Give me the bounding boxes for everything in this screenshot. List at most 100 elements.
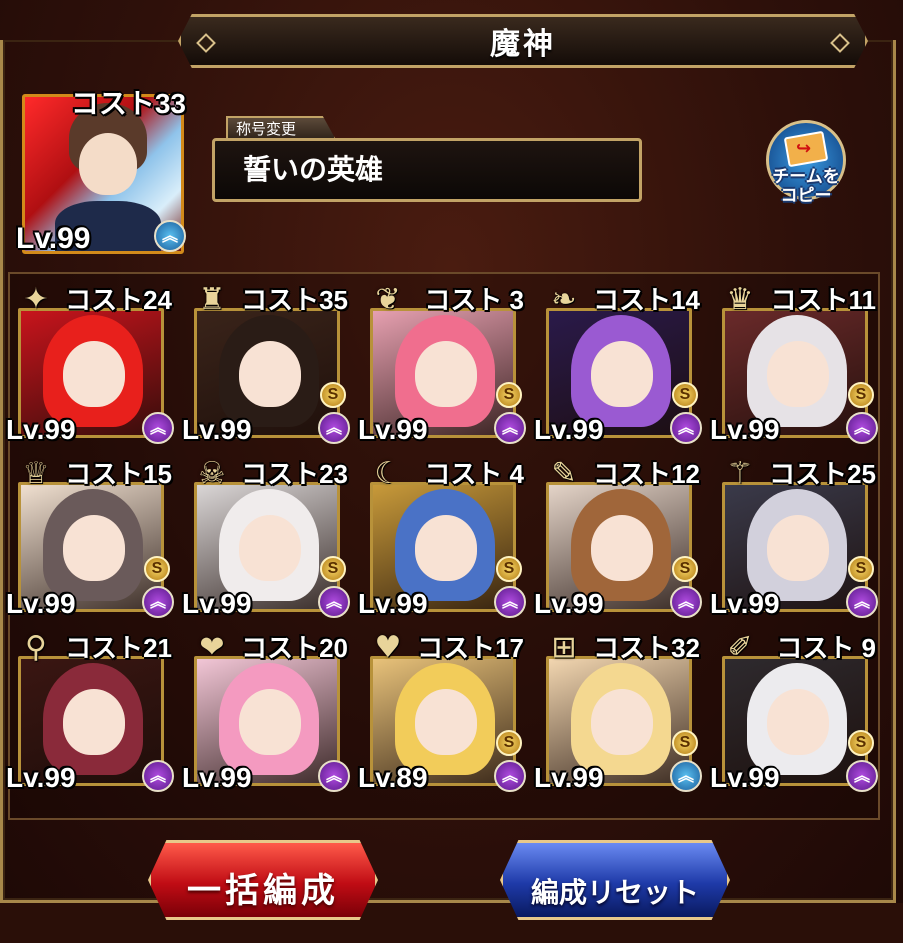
unit-card[interactable]: ❧ コスト14 S Lv.99 ︽ xyxy=(534,280,706,448)
double-chevron-up-icon: ︽ xyxy=(494,586,526,618)
s-badge-icon: S xyxy=(320,382,346,408)
unit-level: Lv.99 xyxy=(358,414,428,445)
double-chevron-up-icon: ︽ xyxy=(494,760,526,792)
class-emblem-icon: ♜ xyxy=(198,282,226,317)
double-chevron-up-icon: ︽ xyxy=(142,760,174,792)
unit-cost: コスト23 xyxy=(241,459,348,489)
class-emblem-icon: ❧ xyxy=(551,282,577,317)
double-chevron-up-icon: ︽ xyxy=(142,586,174,618)
s-badge-icon: S xyxy=(320,556,346,582)
s-badge-icon: S xyxy=(848,730,874,756)
class-emblem-icon: ⚚ xyxy=(726,456,754,491)
unit-card[interactable]: ✎ コスト12 S Lv.99 ︽ xyxy=(534,454,706,622)
unit-level: Lv.99 xyxy=(534,588,604,619)
unit-cost: コスト35 xyxy=(241,285,348,315)
s-badge-icon: S xyxy=(672,382,698,408)
class-emblem-icon: ☾ xyxy=(374,456,402,491)
unit-card[interactable]: ❤ コスト20 Lv.99 ︽ xyxy=(182,628,354,796)
team-name: 魔神 xyxy=(490,27,556,62)
class-emblem-icon: ⊞ xyxy=(551,630,577,665)
copy-label-line1: チームを xyxy=(772,167,840,187)
class-emblem-icon: ✎ xyxy=(551,456,577,491)
s-badge-icon: S xyxy=(848,382,874,408)
class-emblem-icon: ❤ xyxy=(199,630,225,665)
unit-cost: コスト25 xyxy=(769,459,876,489)
copy-label-line2: コピー xyxy=(780,186,832,206)
unit-card[interactable]: ⚲ コスト21 Lv.99 ︽ xyxy=(6,628,178,796)
double-chevron-up-icon: ︽ xyxy=(318,760,350,792)
double-chevron-up-icon: ︽ xyxy=(154,220,186,252)
arrow-icon: ↪ xyxy=(796,138,812,159)
double-chevron-up-icon: ︽ xyxy=(846,586,878,618)
double-chevron-up-icon: ︽ xyxy=(318,412,350,444)
unit-card[interactable]: ☠ コスト23 S Lv.99 ︽ xyxy=(182,454,354,622)
change-title-tab[interactable]: 称号変更 xyxy=(226,116,336,140)
double-chevron-up-icon: ︽ xyxy=(846,412,878,444)
unit-level: Lv.99 xyxy=(534,762,604,793)
unit-level: Lv.99 xyxy=(6,414,76,445)
unit-level: Lv.89 xyxy=(358,762,428,793)
class-emblem-icon: ☠ xyxy=(198,456,226,491)
unit-cost: コスト11 xyxy=(770,285,877,315)
unit-level: Lv.99 xyxy=(6,588,76,619)
unit-level: Lv.99 xyxy=(182,588,252,619)
class-emblem-icon: ✐ xyxy=(727,630,753,665)
unit-card[interactable]: ♜ コスト35 S Lv.99 ︽ xyxy=(182,280,354,448)
unit-level: Lv.99 xyxy=(358,588,428,619)
leader-level: Lv.99 xyxy=(16,222,91,255)
leader-unit[interactable]: コスト33 Lv.99 ︽ xyxy=(16,86,186,256)
unit-level: Lv.99 xyxy=(6,762,76,793)
class-emblem-icon: ♕ xyxy=(22,456,50,491)
unit-cost: コスト20 xyxy=(241,633,348,663)
unit-card[interactable]: ☾ コスト 4 S Lv.99 ︽ xyxy=(358,454,530,622)
unit-card[interactable]: ♕ コスト15 S Lv.99 ︽ xyxy=(6,454,178,622)
unit-card[interactable]: ⊞ コスト32 S Lv.99 ︽ xyxy=(534,628,706,796)
bulk-formation-button[interactable]: 一括編成 xyxy=(148,840,378,920)
double-chevron-up-icon: ︽ xyxy=(846,760,878,792)
unit-card[interactable]: ♛ コスト11 S Lv.99 ︽ xyxy=(710,280,882,448)
unit-card[interactable]: ♥ コスト17 S Lv.89 ︽ xyxy=(358,628,530,796)
unit-cost: コスト 9 xyxy=(776,633,876,663)
unit-cost: コスト12 xyxy=(593,459,700,489)
unit-card[interactable]: ❦ コスト 3 S Lv.99 ︽ xyxy=(358,280,530,448)
unit-cost: コスト14 xyxy=(593,285,700,315)
unit-card[interactable]: ⚚ コスト25 S Lv.99 ︽ xyxy=(710,454,882,622)
class-emblem-icon: ✦ xyxy=(23,282,49,317)
diamond-ornament-icon xyxy=(196,33,216,53)
double-chevron-up-icon: ︽ xyxy=(494,412,526,444)
s-badge-icon: S xyxy=(144,556,170,582)
unit-cost: コスト17 xyxy=(417,633,524,663)
team-name-header: 魔神 xyxy=(178,14,868,68)
reset-formation-button[interactable]: 編成リセット xyxy=(500,840,730,920)
unit-cost: コスト 4 xyxy=(424,459,524,489)
unit-cost: コスト32 xyxy=(593,633,700,663)
s-badge-icon: S xyxy=(496,382,522,408)
unit-level: Lv.99 xyxy=(710,414,780,445)
leader-cost: コスト33 xyxy=(70,88,186,119)
copy-team-button[interactable]: ↪ チームを コピー xyxy=(762,120,852,210)
s-badge-icon: S xyxy=(496,730,522,756)
unit-level: Lv.99 xyxy=(710,588,780,619)
unit-card[interactable]: ✐ コスト 9 S Lv.99 ︽ xyxy=(710,628,882,796)
double-chevron-up-icon: ︽ xyxy=(670,412,702,444)
unit-grid: ✦ コスト24 Lv.99 ︽ ♜ コスト35 S Lv.99 ︽ ❦ コスト 3 S Lv.99 ︽ ❧ コ… xyxy=(6,272,882,820)
class-emblem-icon: ❦ xyxy=(375,282,401,317)
double-chevron-up-icon: ︽ xyxy=(670,586,702,618)
unit-card[interactable]: ✦ コスト24 Lv.99 ︽ xyxy=(6,280,178,448)
unit-level: Lv.99 xyxy=(710,762,780,793)
unit-level: Lv.99 xyxy=(534,414,604,445)
class-emblem-icon: ♛ xyxy=(726,282,754,317)
class-emblem-icon: ⚲ xyxy=(25,630,47,665)
class-emblem-icon: ♥ xyxy=(374,630,402,665)
s-badge-icon: S xyxy=(496,556,522,582)
unit-cost: コスト15 xyxy=(65,459,172,489)
unit-cost: コスト21 xyxy=(65,633,172,663)
player-title[interactable]: 誓いの英雄 xyxy=(212,138,642,202)
unit-cost: コスト 3 xyxy=(424,285,524,315)
unit-cost: コスト24 xyxy=(65,285,172,315)
s-badge-icon: S xyxy=(672,730,698,756)
diamond-ornament-icon xyxy=(830,33,850,53)
double-chevron-up-icon: ︽ xyxy=(318,586,350,618)
unit-level: Lv.99 xyxy=(182,762,252,793)
unit-level: Lv.99 xyxy=(182,414,252,445)
